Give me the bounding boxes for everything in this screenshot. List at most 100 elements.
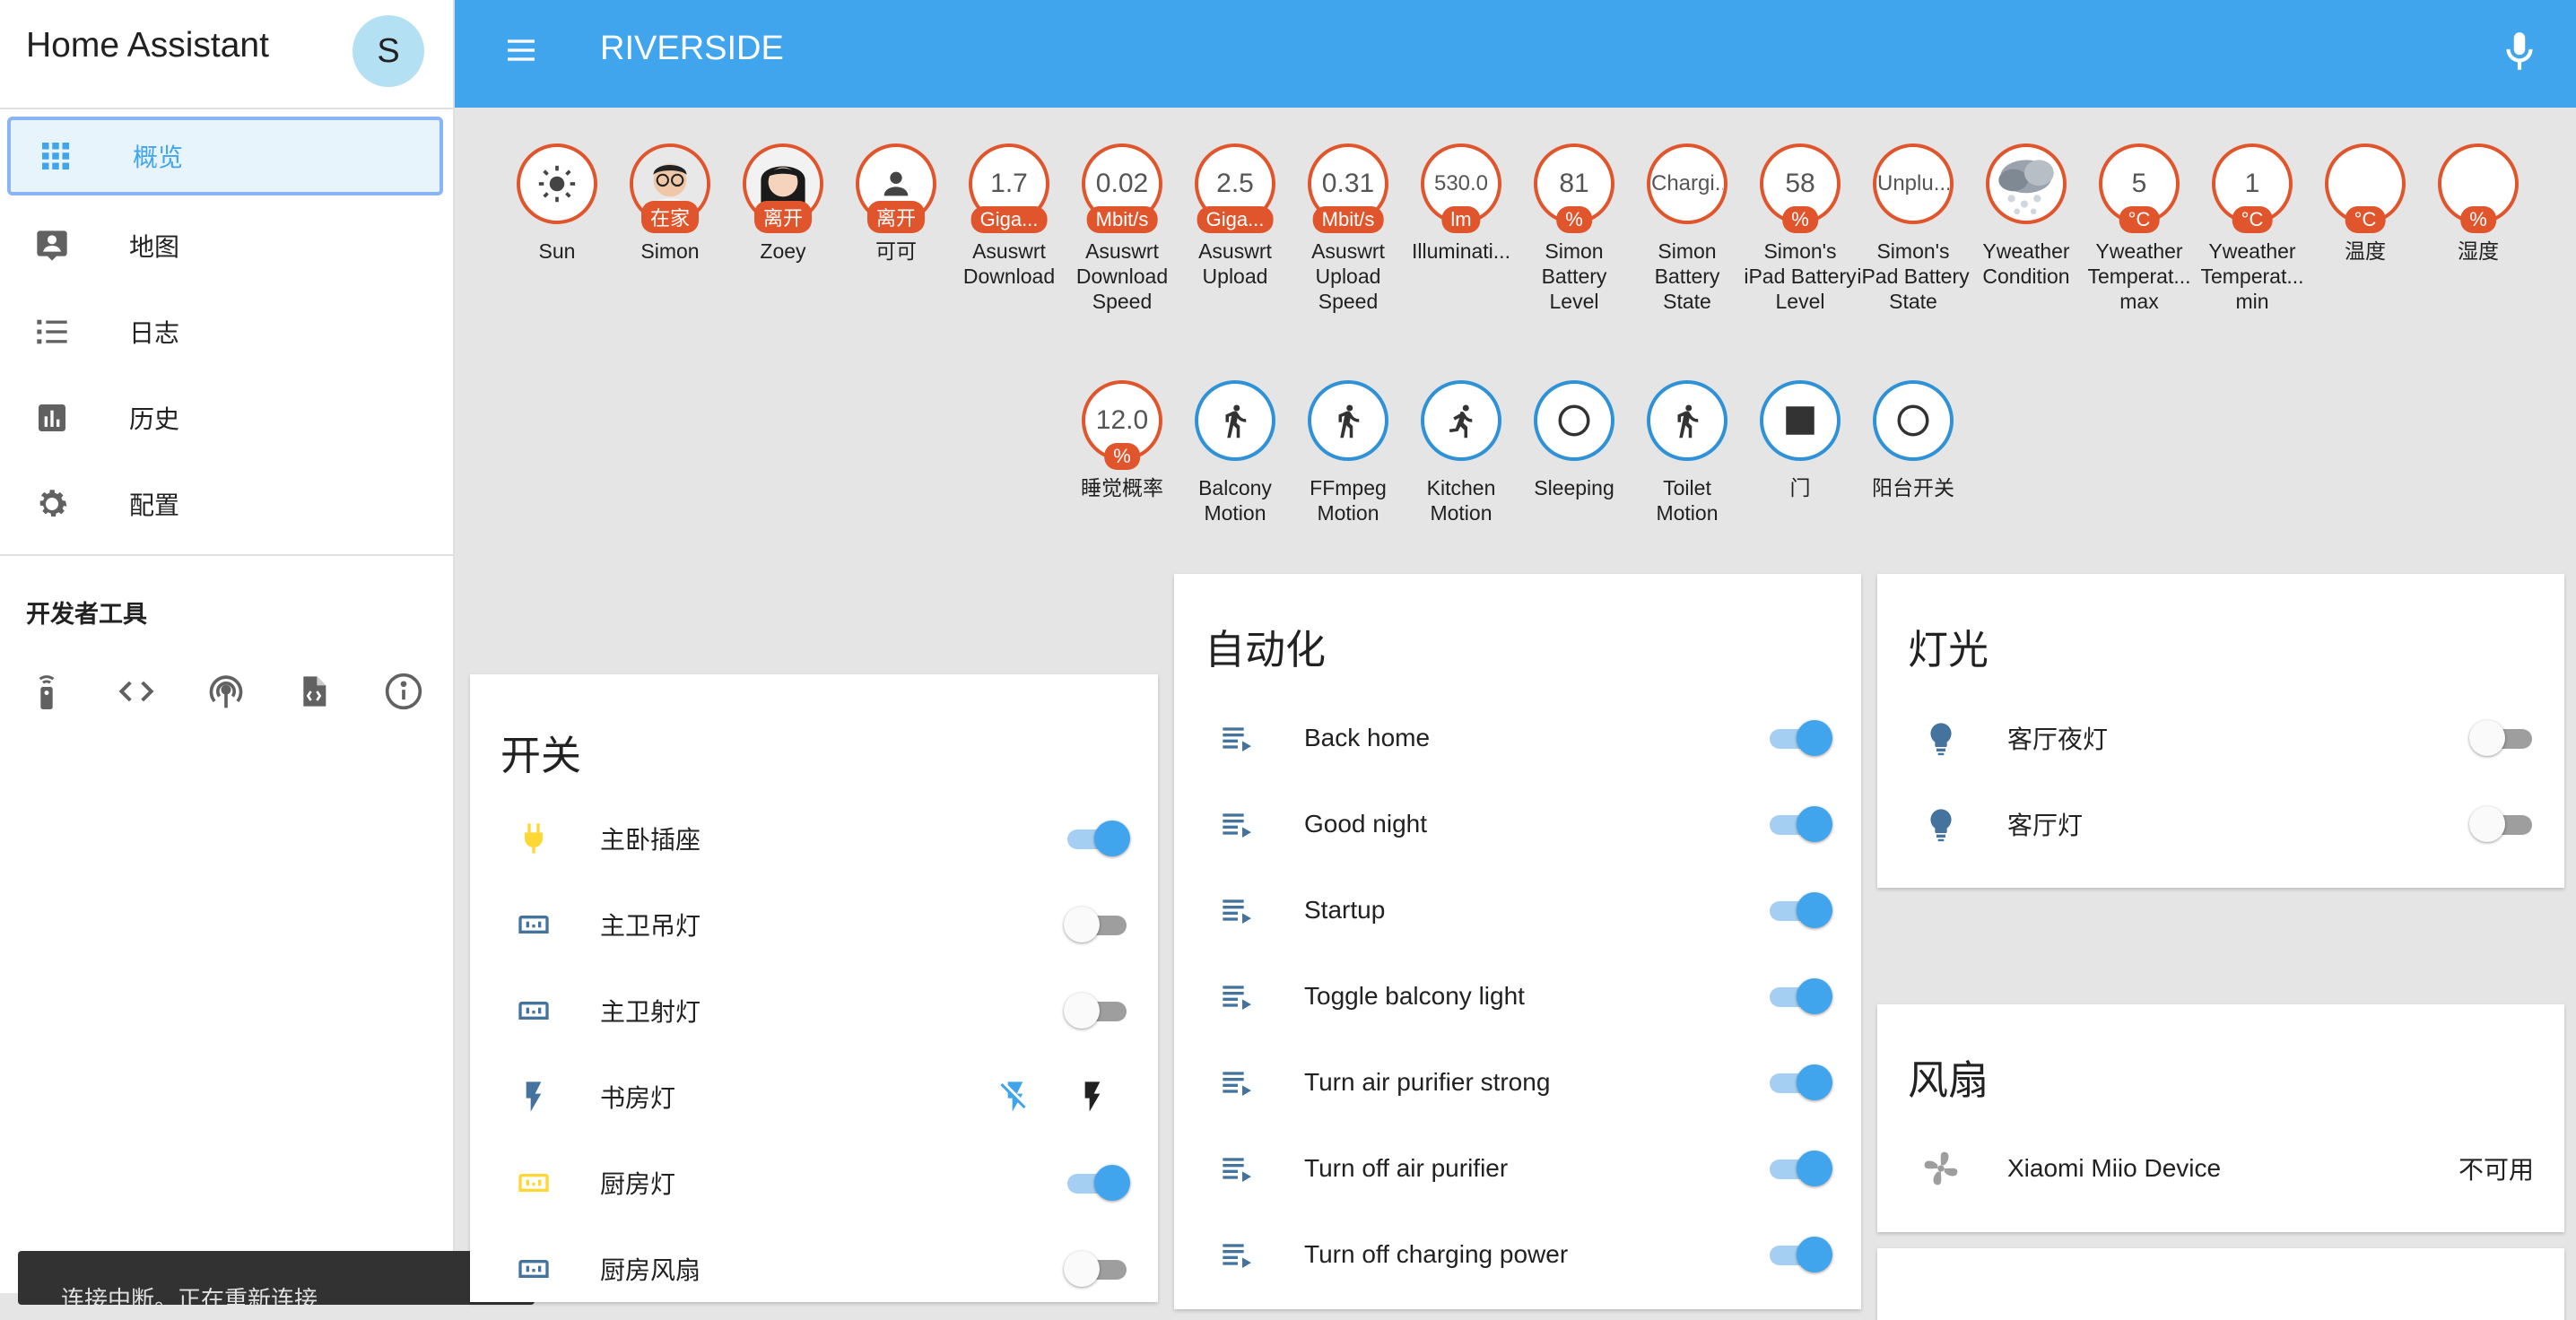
toggle-switch[interactable] bbox=[1766, 1063, 1832, 1102]
toggle-switch[interactable] bbox=[1064, 905, 1130, 944]
remote-icon[interactable] bbox=[23, 668, 70, 715]
state-badge[interactable]: 58% Simon's iPad Battery Level bbox=[1744, 143, 1857, 314]
state-badge[interactable]: °C 温度 bbox=[2309, 143, 2422, 264]
toggle-switch[interactable] bbox=[1766, 804, 1832, 844]
page-title: RIVERSIDE bbox=[600, 30, 784, 67]
state-badge[interactable]: Chargi... Simon Battery State bbox=[1631, 143, 1744, 314]
cloud-hail-icon bbox=[1989, 147, 2063, 221]
square-icon bbox=[1781, 402, 1819, 439]
toggle-switch[interactable] bbox=[2469, 718, 2536, 758]
state-badge[interactable]: 离开 可可 bbox=[840, 143, 953, 264]
state-badge[interactable]: 在家 Simon bbox=[614, 143, 727, 264]
file-code-icon[interactable] bbox=[291, 668, 337, 715]
badge-circle: 离开 bbox=[743, 143, 823, 233]
run-icon bbox=[1442, 402, 1480, 439]
info-icon[interactable] bbox=[380, 668, 427, 715]
menu-icon[interactable] bbox=[501, 32, 541, 73]
toggle-switch[interactable] bbox=[1766, 718, 1832, 758]
state-badge[interactable]: FFmpeg Motion bbox=[1292, 380, 1405, 525]
toggle-switch[interactable] bbox=[2469, 804, 2536, 844]
sidebar: Home Assistant S 概览 地图 日志 历史 配置 开发者工具 连接… bbox=[0, 0, 535, 1305]
state-badge[interactable]: Yweather Condition bbox=[1970, 143, 2083, 289]
card-title: 开关 bbox=[500, 733, 582, 778]
badge-circle: 58% bbox=[1760, 143, 1841, 233]
state-badge[interactable]: 12.0% 睡觉概率 bbox=[1066, 380, 1179, 500]
fan-icon bbox=[1919, 1146, 1963, 1191]
fan-status: 不可用 bbox=[2458, 1156, 2534, 1184]
list-icon bbox=[27, 314, 77, 350]
toggle-switch[interactable] bbox=[1064, 819, 1130, 858]
badge-unit: °C bbox=[2119, 206, 2160, 233]
circle-outline-icon bbox=[1555, 402, 1593, 439]
badge-label: Kitchen Motion bbox=[1426, 476, 1496, 525]
state-badge[interactable]: Toilet Motion bbox=[1631, 380, 1744, 525]
switch-row: 主卧插座 bbox=[470, 795, 1158, 881]
badge-label: 湿度 bbox=[2458, 239, 2499, 263]
toggle-knob bbox=[1064, 993, 1100, 1029]
toggle-switch[interactable] bbox=[1064, 1249, 1130, 1289]
badge-label: 门 bbox=[1789, 476, 1811, 499]
toggle-switch[interactable] bbox=[1766, 1149, 1832, 1188]
badge-label: Illuminati... bbox=[1412, 239, 1510, 263]
broadcast-icon[interactable] bbox=[203, 668, 249, 715]
flash-black-icon[interactable] bbox=[1075, 1079, 1110, 1119]
divider bbox=[0, 108, 453, 109]
light-label: 客厅夜灯 bbox=[2007, 725, 2109, 753]
state-badge[interactable]: 2.5 Giga... Asuswrt Upload bbox=[1179, 143, 1292, 289]
automation-label: Back home bbox=[1304, 724, 1431, 751]
sidebar-item-map[interactable]: 地图 bbox=[7, 206, 443, 285]
sidebar-item-history[interactable]: 历史 bbox=[7, 378, 443, 457]
toggle-switch[interactable] bbox=[1766, 890, 1832, 930]
badge-label: 可可 bbox=[875, 239, 917, 263]
sidebar-item-overview[interactable]: 概览 bbox=[7, 117, 443, 195]
badge-unit: 离开 bbox=[866, 201, 926, 233]
walk-icon bbox=[1668, 402, 1706, 439]
toggle-switch[interactable] bbox=[1766, 977, 1832, 1016]
toggle-switch[interactable] bbox=[1064, 991, 1130, 1030]
badge-value: 2.5 bbox=[1216, 169, 1254, 198]
state-badge[interactable]: Sleeping bbox=[1518, 380, 1631, 500]
toggle-switch[interactable] bbox=[1064, 1163, 1130, 1203]
outlet-icon bbox=[511, 1246, 556, 1291]
state-badge[interactable]: 0.02 Mbit/s Asuswrt Download Speed bbox=[1066, 143, 1179, 314]
state-badge[interactable]: 5 °C Yweather Temperat... max bbox=[2083, 143, 2196, 314]
state-badge[interactable]: 530.0 lm Illuminati... bbox=[1405, 143, 1518, 264]
switch-label: 主卧插座 bbox=[600, 826, 701, 854]
sidebar-item-config[interactable]: 配置 bbox=[7, 465, 443, 543]
switch-row: 书房灯 bbox=[470, 1054, 1158, 1140]
state-badge[interactable]: % 湿度 bbox=[2422, 143, 2535, 264]
automation-label: Turn air purifier strong bbox=[1304, 1068, 1551, 1096]
automation-row: Toggle balcony light bbox=[1174, 953, 1861, 1039]
microphone-icon[interactable] bbox=[2497, 29, 2542, 78]
state-badge[interactable]: 门 bbox=[1744, 380, 1857, 500]
state-badge[interactable]: Balcony Motion bbox=[1179, 380, 1292, 525]
state-badge[interactable]: 1 °C Yweather Temperat... min bbox=[2196, 143, 2309, 314]
state-badge[interactable]: 阳台开关 bbox=[1857, 380, 1970, 500]
badge-circle bbox=[1534, 380, 1614, 461]
badge-label: Balcony Motion bbox=[1198, 476, 1272, 525]
badge-unit: 离开 bbox=[753, 201, 813, 233]
code-icon[interactable] bbox=[113, 668, 160, 715]
badge-value: 0.02 bbox=[1095, 169, 1149, 198]
badge-circle bbox=[1195, 380, 1275, 461]
state-badge[interactable]: 81% Simon Battery Level bbox=[1518, 143, 1631, 314]
state-badge[interactable]: Unplu... Simon's iPad Battery State bbox=[1857, 143, 1970, 314]
toggle-switch[interactable] bbox=[1766, 1235, 1832, 1274]
switch-label: 厨房灯 bbox=[600, 1170, 676, 1198]
user-avatar[interactable]: S bbox=[352, 15, 424, 87]
state-badge[interactable]: 0.31 Mbit/s Asuswrt Upload Speed bbox=[1292, 143, 1405, 314]
badge-circle: 1.7 Giga... bbox=[969, 143, 1049, 233]
state-badge[interactable]: Kitchen Motion bbox=[1405, 380, 1518, 525]
badge-unit: °C bbox=[2345, 206, 2386, 233]
state-badge[interactable]: 离开 Zoey bbox=[727, 143, 840, 264]
switch-label: 书房灯 bbox=[600, 1084, 676, 1112]
card-title: 灯光 bbox=[1908, 627, 1989, 673]
sidebar-item-label: 历史 bbox=[129, 405, 180, 433]
badge-label: Yweather Temperat... min bbox=[2200, 239, 2304, 313]
badge-unit: °C bbox=[2232, 206, 2273, 233]
sidebar-item-logbook[interactable]: 日志 bbox=[7, 292, 443, 371]
flash-off-icon[interactable] bbox=[997, 1079, 1033, 1119]
badge-circle bbox=[1308, 380, 1388, 461]
state-badge[interactable]: 1.7 Giga... Asuswrt Download bbox=[953, 143, 1066, 289]
state-badge[interactable]: Sun bbox=[500, 143, 614, 264]
